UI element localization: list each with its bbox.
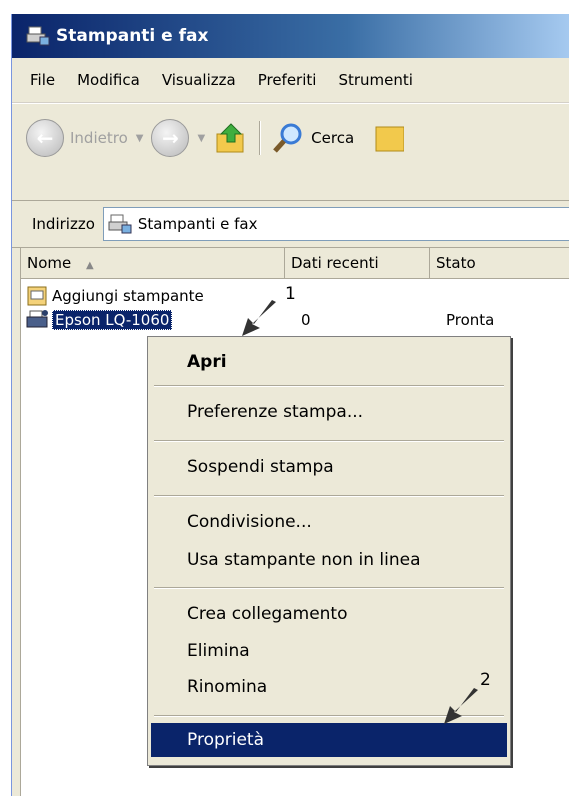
- menu-separator: [154, 440, 504, 442]
- menu-tools[interactable]: Strumenti: [327, 71, 423, 89]
- menu-item-delete[interactable]: Elimina: [151, 634, 507, 668]
- forward-button[interactable]: →: [151, 119, 190, 157]
- address-label: Indirizzo: [32, 215, 95, 233]
- menu-item-print-preferences[interactable]: Preferenze stampa...: [151, 395, 507, 429]
- folders-button[interactable]: [374, 121, 405, 155]
- list-item-selected[interactable]: Epson LQ-1060: [26, 308, 173, 332]
- address-bar: Indirizzo Stampanti e fax: [12, 201, 569, 248]
- menu-item-create-shortcut[interactable]: Crea collegamento: [151, 597, 507, 631]
- column-header: Nome ▲ Dati recenti Stato: [21, 248, 569, 279]
- back-arrow-icon: ←: [36, 126, 54, 150]
- search-icon: [273, 123, 302, 153]
- menu-file[interactable]: File: [12, 71, 66, 89]
- column-name[interactable]: Nome ▲: [21, 248, 285, 278]
- address-value: Stampanti e fax: [137, 215, 258, 233]
- menu-item-open[interactable]: Apri: [151, 345, 507, 379]
- add-printer-icon: [26, 285, 48, 307]
- up-folder-button[interactable]: [213, 120, 249, 156]
- printer-icon: [26, 309, 50, 331]
- toolbar-separator: [259, 121, 262, 155]
- item-name: Epson LQ-1060: [52, 310, 173, 330]
- annotation-arrow-icon: [242, 300, 276, 336]
- menu-separator: [154, 587, 504, 589]
- forward-dropdown-icon[interactable]: ▼: [197, 133, 205, 144]
- search-label: Cerca: [311, 129, 355, 147]
- menu-edit[interactable]: Modifica: [66, 71, 151, 89]
- item-recent: 0: [301, 311, 311, 329]
- printers-fax-icon: [108, 213, 132, 235]
- up-folder-icon: [216, 123, 244, 153]
- back-label: Indietro: [70, 129, 128, 147]
- sort-ascending-icon: ▲: [86, 260, 94, 271]
- title-bar[interactable]: Stampanti e fax: [12, 14, 569, 58]
- printers-fax-icon: [26, 25, 50, 47]
- back-button[interactable]: ←: [26, 119, 64, 157]
- menu-item-sharing[interactable]: Condivisione...: [151, 505, 507, 539]
- menu-item-properties[interactable]: Proprietà: [151, 723, 507, 757]
- folders-icon: [375, 126, 405, 152]
- column-recent[interactable]: Dati recenti: [285, 248, 430, 278]
- annotation-arrow-icon: [444, 688, 478, 724]
- menu-favorites[interactable]: Preferiti: [247, 71, 328, 89]
- menu-item-pause-printing[interactable]: Sospendi stampa: [151, 450, 507, 484]
- item-status: Pronta: [446, 311, 495, 329]
- toolbar: ← Indietro ▼ → ▼ Cerca: [12, 103, 569, 201]
- column-status[interactable]: Stato: [430, 248, 569, 278]
- menu-bar: File Modifica Visualizza Preferiti Strum…: [12, 58, 569, 103]
- menu-view[interactable]: Visualizza: [151, 71, 247, 89]
- menu-item-use-offline[interactable]: Usa stampante non in linea: [151, 543, 507, 577]
- item-name: Aggiungi stampante: [52, 287, 204, 305]
- menu-separator: [154, 495, 504, 497]
- forward-arrow-icon: →: [162, 126, 179, 150]
- address-field[interactable]: Stampanti e fax: [102, 207, 569, 241]
- step-marker-1: 1: [285, 284, 296, 304]
- list-item[interactable]: Aggiungi stampante: [26, 284, 204, 308]
- menu-separator: [154, 385, 504, 387]
- back-dropdown-icon[interactable]: ▼: [136, 133, 144, 144]
- window-title: Stampanti e fax: [56, 26, 209, 46]
- search-button[interactable]: Cerca: [271, 121, 354, 155]
